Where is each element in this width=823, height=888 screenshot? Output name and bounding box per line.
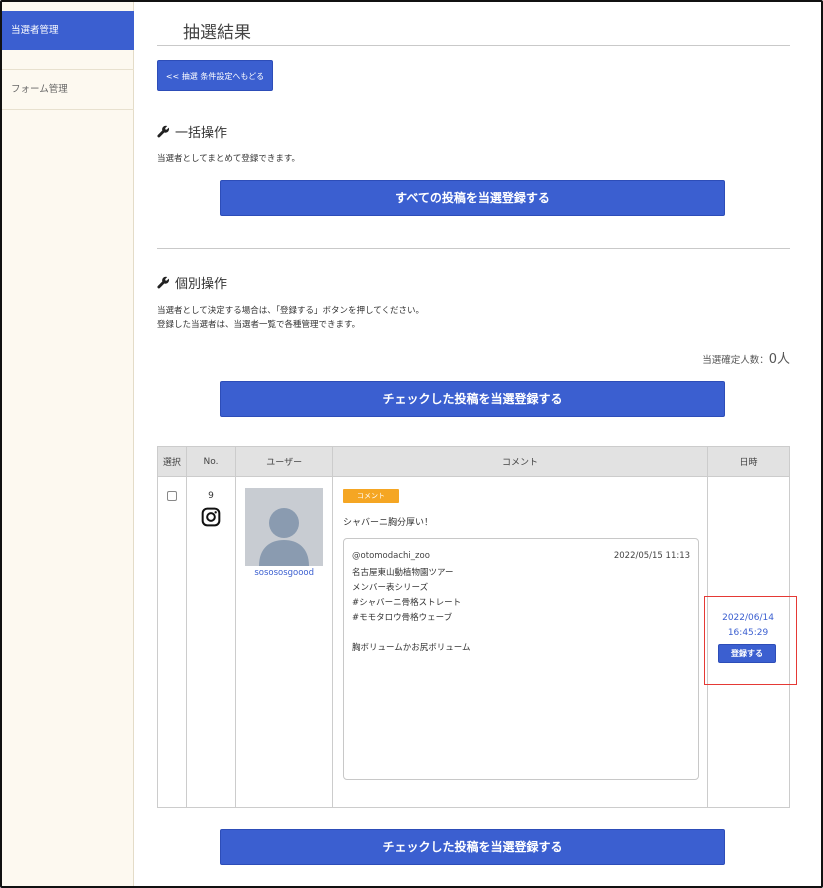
post-line: #モモタロウ骨格ウェーブ [352,613,453,623]
post-line: #シャバーニ骨格ストレート [352,598,462,608]
register-checked-button-top[interactable]: チェックした投稿を当選登録する [220,381,725,417]
comment-text: シャバーニ胸分厚い！ [343,518,434,528]
original-post-box: @otomodachi_zoo 2022/05/15 11:13 名古屋東山動植… [343,538,700,780]
individual-title-text: 個別操作 [175,277,228,292]
page-title: 抽選結果 [183,23,251,43]
bulk-description: 当選者としてまとめて登録できます。 [157,154,300,164]
post-line: 胸ボリュームかお尻ボリューム [352,643,471,653]
highlight-box [704,596,797,685]
individual-desc-line1: 当選者として決定する場合は、「登録する」ボタンを押してください。 [157,306,424,316]
col-no: No. [185,446,237,477]
select-checkbox[interactable] [166,491,177,501]
post-timestamp: 2022/05/15 11:13 [613,551,691,561]
col-user: ユーザー [235,446,334,477]
individual-description: 当選者として決定する場合は、「登録する」ボタンを押してください。 登録した当選者… [157,304,424,332]
post-line: 名古屋東山動植物園ツアー [352,568,454,578]
comment-tag-badge: コメント [343,489,400,503]
main-content: 抽選結果 << 抽選 条件設定へもどる 一括操作 当選者としてまとめて登録できま… [134,2,821,886]
select-cell [157,476,187,808]
bulk-section-title: 一括操作 [157,122,227,141]
post-account: @otomodachi_zoo [352,551,430,561]
individual-desc-line2: 登録した当選者は、当選者一覧で各種管理できます。 [157,320,361,330]
entry-number: 9 [208,491,214,501]
register-checked-button-bottom[interactable]: チェックした投稿を当選登録する [220,829,725,865]
instagram-icon [201,507,221,527]
col-select: 選択 [157,446,187,477]
username-link[interactable]: sosososgoood [236,568,332,578]
col-comment: コメント [332,446,709,477]
table-header-row: 選択 No. ユーザー コメント 日時 [157,446,790,477]
winner-count-label: 当選確定人数： [702,355,769,366]
sidebar: 当選者管理 フォーム管理 [2,2,134,886]
post-line: メンバー表シリーズ [352,583,429,593]
bulk-title-text: 一括操作 [175,126,228,141]
table-row: 9 sosososgoood コメント シャバーニ胸分厚い！ @otomodac… [157,476,790,808]
divider [157,45,790,46]
avatar [245,488,324,566]
sidebar-item-winners[interactable]: 当選者管理 [2,11,134,50]
individual-section-title: 個別操作 [157,273,227,292]
winner-count-value: 0人 [768,352,790,367]
col-date: 日時 [707,446,790,477]
no-cell: 9 [185,476,237,808]
wrench-icon [157,276,170,289]
wrench-icon [157,125,170,138]
divider [157,248,790,249]
back-to-conditions-button[interactable]: << 抽選 条件設定へもどる [157,60,273,91]
comment-cell: コメント シャバーニ胸分厚い！ @otomodachi_zoo 2022/05/… [332,476,709,808]
sidebar-item-forms[interactable]: フォーム管理 [2,69,134,110]
results-table: 選択 No. ユーザー コメント 日時 9 sosososgoood コメント … [157,446,790,808]
winner-count: 当選確定人数：0人 [702,348,790,367]
post-line [352,626,690,641]
user-cell: sosososgoood [235,476,334,808]
register-all-button[interactable]: すべての投稿を当選登録する [220,180,725,216]
